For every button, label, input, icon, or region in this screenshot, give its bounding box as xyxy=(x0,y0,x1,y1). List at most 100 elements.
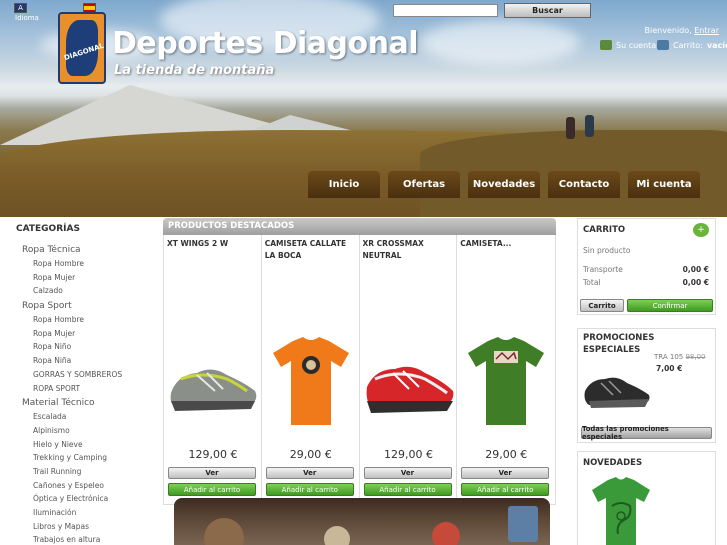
welcome-text: Bienvenido, Entrar xyxy=(645,26,719,35)
cart-icon xyxy=(657,40,669,50)
category-group[interactable]: Material Técnico xyxy=(22,396,150,410)
cart-status: vacío xyxy=(706,40,727,50)
category-item[interactable]: ROPA SPORT xyxy=(22,382,150,396)
category-item[interactable]: Iluminación xyxy=(22,506,150,520)
category-item[interactable]: Ropa Mujer xyxy=(22,271,150,285)
category-item[interactable]: Ropa Mujer xyxy=(22,327,150,341)
total-label: Total xyxy=(583,278,601,287)
add-to-cart-button[interactable]: Añadir al carrito xyxy=(265,483,354,496)
total-value: 0,00 € xyxy=(682,278,709,287)
promotions-title-line2: ESPECIALES xyxy=(583,345,641,355)
product-card: CAMISETA CALLATE LA BOCA 29,00 € Ver Aña… xyxy=(262,235,360,504)
category-item[interactable]: Cañones y Espeleo xyxy=(22,479,150,493)
search-button[interactable]: Buscar xyxy=(504,3,591,18)
product-price: 29,00 € xyxy=(485,448,528,461)
tshirt-green-image[interactable] xyxy=(460,335,552,430)
new-product-tshirt-image[interactable] xyxy=(588,476,654,545)
welcome-prefix: Bienvenido, xyxy=(644,26,695,35)
cart-button[interactable]: Carrito xyxy=(580,299,624,312)
promo-new-price: 7,00 € xyxy=(656,364,683,373)
banner-decoration xyxy=(432,522,460,545)
product-grid: XT WINGS 2 W 129,00 € Ver Añadir al carr… xyxy=(163,235,556,505)
category-item[interactable]: Óptica y Electrónica xyxy=(22,492,150,506)
cart-shipping-row: Transporte 0,00 € xyxy=(583,265,709,274)
banner-decoration xyxy=(324,526,350,545)
product-price: 29,00 € xyxy=(289,448,332,461)
banner-decoration xyxy=(508,506,538,542)
category-item[interactable]: Hielo y Nieve xyxy=(22,438,150,452)
cart-add-icon[interactable]: + xyxy=(693,223,709,237)
featured-products: PRODUCTOS DESTACADOS XT WINGS 2 W 129,00… xyxy=(163,218,556,505)
view-button[interactable]: Ver xyxy=(168,467,256,479)
users-icon xyxy=(600,40,612,50)
category-item[interactable]: GORRAS Y SOMBREROS xyxy=(22,368,150,382)
category-item[interactable]: Trekking y Camping xyxy=(22,451,150,465)
product-name[interactable]: CAMISETA... xyxy=(460,238,552,250)
search-input[interactable] xyxy=(393,4,498,17)
category-item[interactable]: Escalada xyxy=(22,410,150,424)
hiker-figure xyxy=(566,117,575,139)
account-link[interactable]: Su cuenta xyxy=(600,40,656,50)
product-price: 129,00 € xyxy=(384,448,433,461)
site-title[interactable]: Deportes Diagonal xyxy=(112,26,419,61)
shipping-label: Transporte xyxy=(583,265,623,274)
category-group[interactable]: Ropa Sport xyxy=(22,299,150,313)
category-item[interactable]: Trail Running xyxy=(22,465,150,479)
tshirt-orange-image[interactable] xyxy=(265,335,357,430)
product-name[interactable]: CAMISETA CALLATE LA BOCA xyxy=(265,238,357,262)
category-item[interactable]: Ropa Niño xyxy=(22,340,150,354)
featured-title: PRODUCTOS DESTACADOS xyxy=(163,218,556,235)
site-logo[interactable]: DIAGONAL xyxy=(58,12,106,84)
view-button[interactable]: Ver xyxy=(461,467,550,479)
flag-english-icon[interactable]: A xyxy=(14,3,27,13)
categories-title: CATEGORÍAS xyxy=(16,224,80,234)
promo-product-name[interactable]: TRA 105 98,00 xyxy=(654,353,706,361)
cloud-decoration xyxy=(420,20,580,65)
promo-shoe-image[interactable] xyxy=(583,369,651,409)
categories-list: Ropa Técnica Ropa Hombre Ropa Mujer Calz… xyxy=(22,242,150,545)
category-item[interactable]: Ropa Niña xyxy=(22,354,150,368)
product-price: 129,00 € xyxy=(188,448,238,461)
add-to-cart-button[interactable]: Añadir al carrito xyxy=(363,483,452,496)
category-group[interactable]: Ropa Técnica xyxy=(22,243,150,257)
add-to-cart-button[interactable]: Añadir al carrito xyxy=(461,483,550,496)
promotions-box: PROMOCIONES ESPECIALES TRA 105 98,00 7,0… xyxy=(577,328,716,443)
nav-item-mi-cuenta[interactable]: Mi cuenta xyxy=(628,171,700,198)
promo-banner-image[interactable] xyxy=(174,498,550,545)
all-promotions-button[interactable]: Todas las promociones especiales xyxy=(581,425,712,441)
category-item[interactable]: Ropa Hombre xyxy=(22,313,150,327)
new-products-title: NOVEDADES xyxy=(583,458,643,468)
category-item[interactable]: Calzado xyxy=(22,284,150,298)
cart-box: CARRITO + Sin producto Transporte 0,00 € … xyxy=(577,218,716,315)
cart-empty-text: Sin producto xyxy=(583,246,631,255)
banner-decoration xyxy=(204,518,244,545)
promo-old-price: 98,00 xyxy=(685,353,706,361)
category-item[interactable]: Trabajos en altura xyxy=(22,533,150,545)
confirm-button[interactable]: Confirmar xyxy=(627,299,713,312)
trail-shoe-grey-image[interactable] xyxy=(167,335,259,430)
account-label: Su cuenta xyxy=(616,40,657,50)
cart-link[interactable]: Carrito: vacío xyxy=(657,40,727,50)
nav-item-ofertas[interactable]: Ofertas xyxy=(388,171,460,198)
product-name[interactable]: XT WINGS 2 W xyxy=(167,238,259,250)
nav-item-inicio[interactable]: Inicio xyxy=(308,171,380,198)
page: A Idioma DIAGONAL Deportes Diagonal La t… xyxy=(0,0,727,545)
view-button[interactable]: Ver xyxy=(363,467,452,479)
add-to-cart-button[interactable]: Añadir al carrito xyxy=(168,483,256,496)
category-item[interactable]: Libros y Mapas xyxy=(22,520,150,534)
product-card: CAMISETA... 29,00 € Ver Añadir al carrit… xyxy=(457,235,555,504)
categories-sidebar: CATEGORÍAS Ropa Técnica Ropa Hombre Ropa… xyxy=(8,218,151,545)
product-name[interactable]: XR CROSSMAX NEUTRAL xyxy=(363,238,455,262)
nav-item-novedades[interactable]: Novedades xyxy=(468,171,540,198)
shipping-value: 0,00 € xyxy=(682,265,709,274)
cart-empty-row: Sin producto xyxy=(583,246,709,255)
category-item[interactable]: Alpinismo xyxy=(22,424,150,438)
product-card: XR CROSSMAX NEUTRAL 129,00 € Ver Añadir … xyxy=(360,235,458,504)
trail-shoe-red-image[interactable] xyxy=(363,335,455,430)
cart-label: Carrito: xyxy=(673,40,703,50)
category-item[interactable]: Ropa Hombre xyxy=(22,257,150,271)
login-link[interactable]: Entrar xyxy=(694,26,719,35)
nav-item-contacto[interactable]: Contacto xyxy=(548,171,620,198)
view-button[interactable]: Ver xyxy=(265,467,354,479)
hiker-figure xyxy=(585,115,594,137)
